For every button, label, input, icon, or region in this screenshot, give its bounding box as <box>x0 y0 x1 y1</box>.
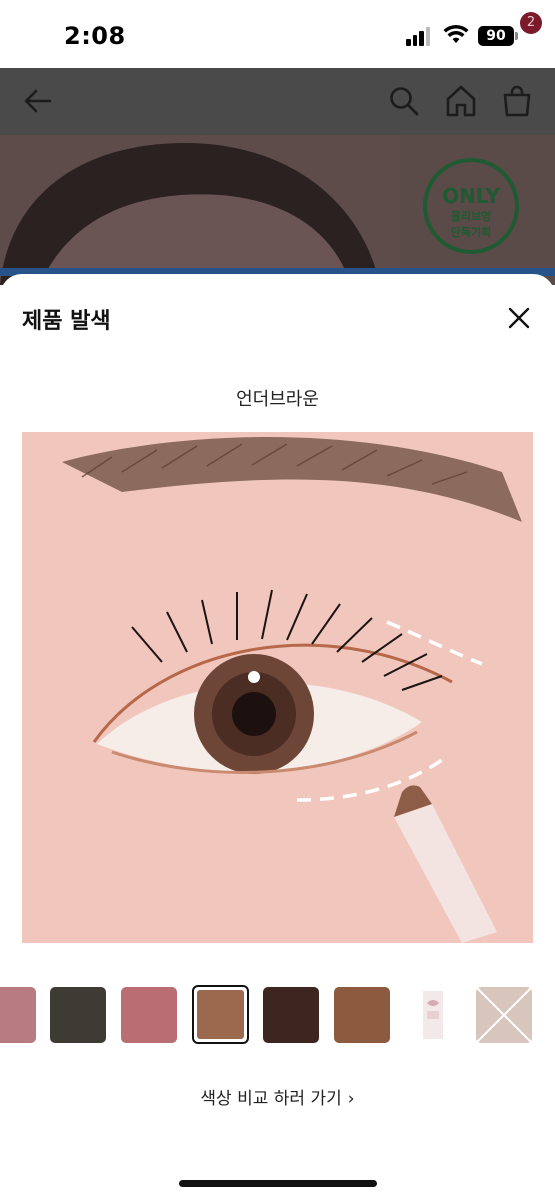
eye-swatch-photo <box>22 432 533 943</box>
swatch-option[interactable] <box>50 987 106 1043</box>
product-thumbnail-icon <box>423 991 443 1039</box>
sheet-title: 제품 발색 <box>22 309 111 334</box>
chevron-right-icon: › <box>347 1089 355 1109</box>
home-indicator <box>179 1180 377 1187</box>
swatch-carousel <box>0 985 555 1045</box>
swatch-option-selected[interactable] <box>192 985 249 1044</box>
shade-name: 언더브라운 <box>236 389 319 410</box>
battery-cap <box>515 32 518 40</box>
model-photo <box>0 135 400 285</box>
shopping-bag-icon[interactable] <box>500 84 534 118</box>
only-badge: ONLY 올리브영 단독기획 <box>423 158 519 254</box>
compare-colors-label: 색상 비교 하러 가기 <box>200 1089 342 1109</box>
swatch-option[interactable] <box>0 987 36 1043</box>
cellular-signal-icon <box>406 26 432 46</box>
swatch-option[interactable] <box>476 987 532 1043</box>
close-icon[interactable] <box>505 304 533 332</box>
battery-indicator: 90 <box>478 26 514 46</box>
status-time: 2:08 <box>64 22 126 50</box>
swatch-option[interactable] <box>405 987 461 1043</box>
status-bar: 2:08 90 <box>0 0 555 68</box>
wifi-icon <box>443 24 469 43</box>
cart-count-badge: 2 <box>520 12 542 34</box>
color-swatch-sheet: 제품 발색 언더브라운 색상 비교 하러 가기 › <box>0 274 555 1200</box>
search-icon[interactable] <box>388 84 420 118</box>
swatch-option[interactable] <box>263 987 319 1043</box>
app-header <box>0 68 555 135</box>
back-arrow-icon[interactable] <box>22 84 54 118</box>
compare-colors-link[interactable]: 색상 비교 하러 가기 › <box>0 1084 555 1109</box>
cross-pattern-icon <box>476 987 532 1043</box>
swatch-option[interactable] <box>121 987 177 1043</box>
swatch-color <box>197 990 244 1039</box>
product-hero-image: ONLY 올리브영 단독기획 <box>0 135 555 285</box>
home-icon[interactable] <box>444 83 478 119</box>
swatch-option[interactable] <box>334 987 390 1043</box>
